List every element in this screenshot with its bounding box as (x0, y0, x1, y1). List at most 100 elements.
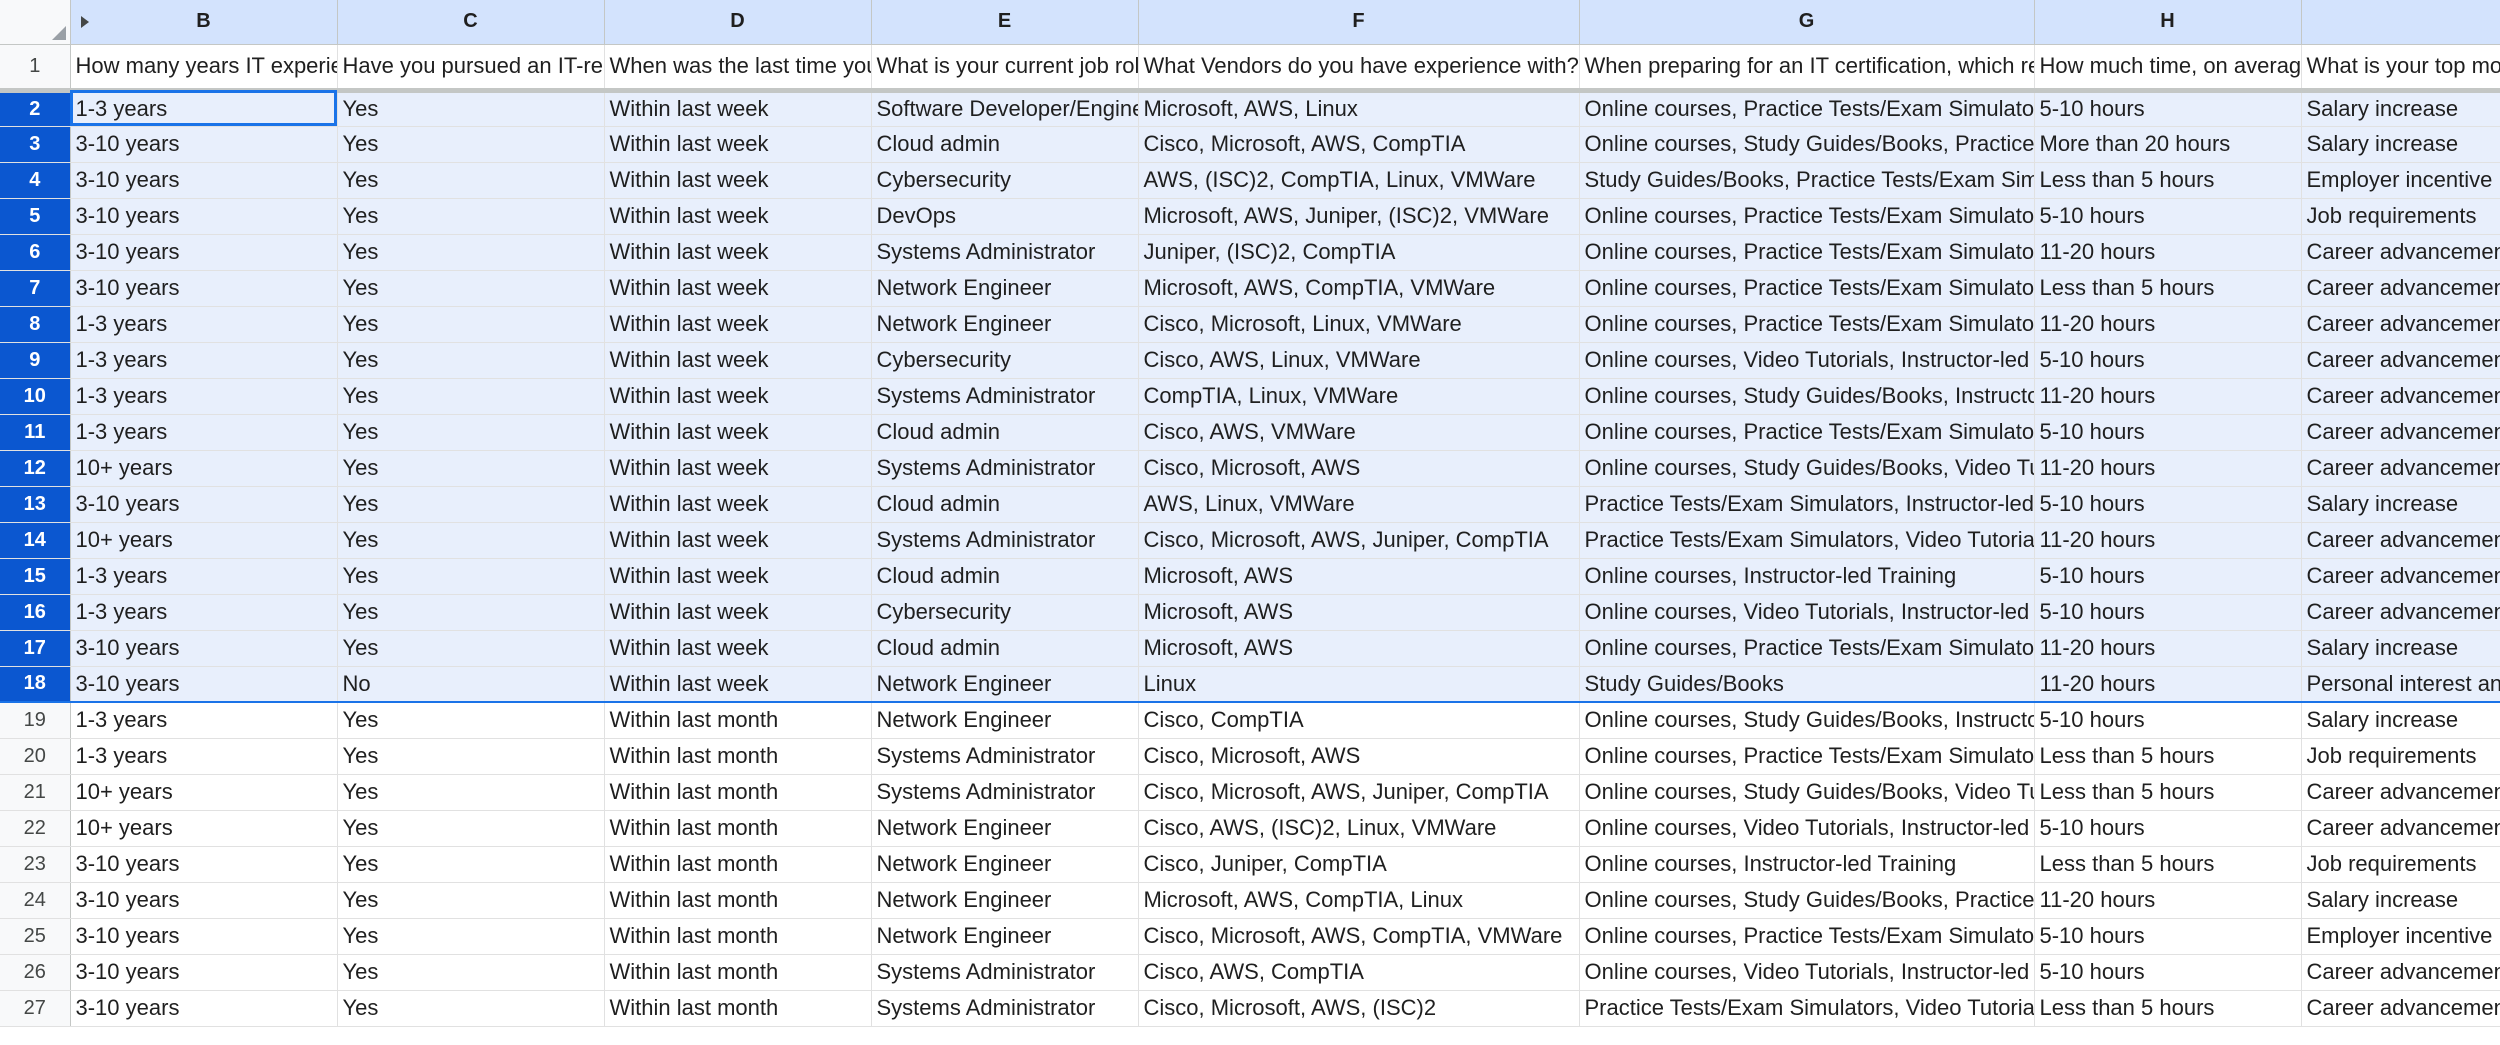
cell[interactable]: Yes (337, 558, 605, 595)
row-header[interactable]: 2 (0, 90, 71, 127)
cell[interactable]: Microsoft, AWS, Juniper, (ISC)2, VMWare (1138, 198, 1580, 235)
cell[interactable]: 1-3 years (70, 594, 338, 631)
cell[interactable]: Within last week (604, 630, 872, 667)
cell[interactable]: 11-20 hours (2034, 450, 2302, 487)
cell[interactable]: Cisco, Microsoft, Linux, VMWare (1138, 306, 1580, 343)
cell[interactable]: Network Engineer (871, 882, 1139, 919)
cell[interactable]: Yes (337, 954, 605, 991)
cell[interactable]: Cisco, AWS, VMWare (1138, 414, 1580, 451)
cell[interactable]: Systems Administrator (871, 522, 1139, 559)
cell[interactable]: Cisco, Microsoft, AWS, Juniper, CompTIA (1138, 774, 1580, 811)
cell[interactable]: Yes (337, 522, 605, 559)
cell[interactable]: Within last week (604, 162, 872, 199)
cell[interactable]: 3-10 years (70, 882, 338, 919)
column-header-b[interactable]: B (70, 0, 338, 45)
cell[interactable]: Network Engineer (871, 270, 1139, 307)
cell[interactable]: 11-20 hours (2034, 306, 2302, 343)
spreadsheet-grid[interactable]: BCDEFGH 1How many years IT experience do… (0, 0, 2500, 1045)
cell[interactable]: Within last month (604, 846, 872, 883)
row-header[interactable]: 1 (0, 44, 71, 93)
cell[interactable]: Less than 5 hours (2034, 774, 2302, 811)
cell[interactable]: Job requirements (2301, 738, 2500, 775)
cell[interactable]: Study Guides/Books, Practice Tests/Exam … (1579, 162, 2035, 199)
column-header-d[interactable]: D (604, 0, 872, 45)
cell[interactable]: 11-20 hours (2034, 666, 2302, 703)
cell[interactable]: Online courses, Practice Tests/Exam Simu… (1579, 90, 2035, 127)
cell[interactable]: AWS, (ISC)2, CompTIA, Linux, VMWare (1138, 162, 1580, 199)
cell[interactable]: 10+ years (70, 774, 338, 811)
cell[interactable]: Practice Tests/Exam Simulators, Video Tu… (1579, 522, 2035, 559)
cell[interactable]: Within last month (604, 810, 872, 847)
cell[interactable]: 1-3 years (70, 738, 338, 775)
cell[interactable]: Salary increase (2301, 126, 2500, 163)
cell[interactable]: Cisco, Microsoft, AWS, Juniper, CompTIA (1138, 522, 1580, 559)
cell[interactable]: 5-10 hours (2034, 198, 2302, 235)
cell[interactable]: Microsoft, AWS (1138, 630, 1580, 667)
cell[interactable]: Within last week (604, 270, 872, 307)
cell[interactable]: 3-10 years (70, 162, 338, 199)
cell[interactable]: Cisco, Microsoft, AWS, CompTIA (1138, 126, 1580, 163)
cell[interactable]: Yes (337, 162, 605, 199)
cell[interactable]: Yes (337, 594, 605, 631)
cell[interactable]: Online courses, Practice Tests/Exam Simu… (1579, 234, 2035, 271)
cell[interactable]: Career advancement (2301, 234, 2500, 271)
cell[interactable]: Cybersecurity (871, 594, 1139, 631)
cell[interactable]: Online courses, Instructor-led Training (1579, 846, 2035, 883)
expand-arrow-icon[interactable] (80, 15, 89, 28)
cell[interactable]: 3-10 years (70, 630, 338, 667)
cell[interactable]: Microsoft, AWS (1138, 594, 1580, 631)
cell[interactable]: Job requirements (2301, 198, 2500, 235)
cell[interactable]: 1-3 years (70, 378, 338, 415)
cell[interactable]: Within last week (604, 90, 872, 127)
select-all-corner[interactable] (0, 0, 71, 45)
cell[interactable]: Employer incentive (2301, 918, 2500, 955)
row-header[interactable]: 20 (0, 738, 71, 775)
cell[interactable]: What is your current job role? (871, 44, 1139, 93)
cell[interactable]: Within last week (604, 234, 872, 271)
cell[interactable]: Online courses, Practice Tests/Exam Simu… (1579, 414, 2035, 451)
cell[interactable]: 5-10 hours (2034, 342, 2302, 379)
cell[interactable]: Within last week (604, 198, 872, 235)
cell[interactable]: Job requirements (2301, 846, 2500, 883)
row-header[interactable]: 23 (0, 846, 71, 883)
cell[interactable]: Online courses, Study Guides/Books, Prac… (1579, 882, 2035, 919)
cell[interactable]: Within last week (604, 558, 872, 595)
cell[interactable]: 5-10 hours (2034, 702, 2302, 739)
cell[interactable]: Cisco, AWS, Linux, VMWare (1138, 342, 1580, 379)
cell[interactable]: Career advancement (2301, 342, 2500, 379)
cell[interactable]: Microsoft, AWS, CompTIA, Linux (1138, 882, 1580, 919)
cell[interactable]: Employer incentive (2301, 162, 2500, 199)
cell[interactable]: Salary increase (2301, 882, 2500, 919)
cell[interactable]: 3-10 years (70, 126, 338, 163)
cell[interactable]: Systems Administrator (871, 234, 1139, 271)
cell[interactable]: More than 20 hours (2034, 126, 2302, 163)
cell[interactable]: 3-10 years (70, 990, 338, 1027)
cell[interactable]: Cybersecurity (871, 162, 1139, 199)
cell[interactable]: Microsoft, AWS, CompTIA, VMWare (1138, 270, 1580, 307)
cell[interactable]: Within last week (604, 486, 872, 523)
cell[interactable]: Career advancement (2301, 270, 2500, 307)
cell[interactable]: Cloud admin (871, 558, 1139, 595)
cell[interactable]: 11-20 hours (2034, 522, 2302, 559)
cell[interactable]: 10+ years (70, 522, 338, 559)
row-header[interactable]: 21 (0, 774, 71, 811)
cell[interactable]: Online courses, Practice Tests/Exam Simu… (1579, 918, 2035, 955)
cell[interactable]: Online courses, Practice Tests/Exam Simu… (1579, 738, 2035, 775)
cell[interactable]: 1-3 years (70, 558, 338, 595)
cell[interactable]: Within last month (604, 918, 872, 955)
cell[interactable]: Cisco, AWS, (ISC)2, Linux, VMWare (1138, 810, 1580, 847)
cell[interactable]: Cisco, Microsoft, AWS (1138, 738, 1580, 775)
cell[interactable]: Yes (337, 126, 605, 163)
cell[interactable]: Salary increase (2301, 90, 2500, 127)
cell[interactable]: Yes (337, 702, 605, 739)
cell[interactable]: Systems Administrator (871, 450, 1139, 487)
cell[interactable]: Within last week (604, 126, 872, 163)
cell[interactable]: Network Engineer (871, 666, 1139, 703)
cell[interactable]: Systems Administrator (871, 954, 1139, 991)
cell[interactable]: Microsoft, AWS, Linux (1138, 90, 1580, 127)
cell[interactable]: Less than 5 hours (2034, 990, 2302, 1027)
cell[interactable]: Within last month (604, 774, 872, 811)
cell[interactable]: No (337, 666, 605, 703)
cell[interactable]: 11-20 hours (2034, 630, 2302, 667)
cell[interactable]: Online courses, Study Guides/Books, Inst… (1579, 702, 2035, 739)
